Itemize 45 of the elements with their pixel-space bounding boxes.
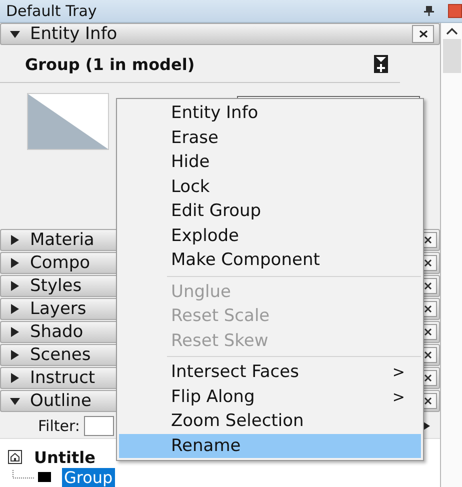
close-icon[interactable]: [424, 305, 432, 313]
menu-item[interactable]: Explode: [119, 224, 421, 248]
panel-header[interactable]: Entity Info: [0, 23, 440, 45]
disclosure-triangle-icon[interactable]: [9, 349, 21, 361]
menu-item[interactable]: Rename: [119, 434, 421, 458]
close-icon[interactable]: [424, 351, 432, 359]
scroll-up-icon[interactable]: [446, 27, 458, 35]
menu-item[interactable]: Lock: [119, 174, 421, 199]
menu-item[interactable]: Erase: [119, 126, 421, 150]
close-icon[interactable]: [418, 30, 428, 38]
disclosure-triangle-icon[interactable]: [9, 234, 21, 246]
close-icon[interactable]: [424, 374, 432, 382]
menu-item[interactable]: Hide: [119, 150, 421, 174]
tree-connector-icon: [12, 470, 54, 484]
material-swatch-icon[interactable]: [27, 93, 109, 150]
close-icon[interactable]: [424, 397, 432, 405]
menu-item[interactable]: Edit Group: [119, 199, 421, 224]
entity-heading: Group (1 in model): [25, 54, 196, 74]
disclosure-triangle-icon[interactable]: [9, 28, 21, 40]
menu-item[interactable]: Flip Along >: [119, 384, 421, 409]
close-icon[interactable]: [424, 236, 432, 244]
tree-item[interactable]: Group: [62, 468, 115, 486]
scrollbar-thumb[interactable]: [442, 39, 460, 73]
menu-item[interactable]: Entity Info: [119, 101, 421, 126]
menu-item[interactable]: Intersect Faces >: [119, 360, 421, 384]
tray-title: Default Tray: [6, 2, 98, 20]
panel-title[interactable]: Entity Info: [30, 24, 403, 44]
disclosure-triangle-icon[interactable]: [9, 303, 21, 315]
tree-item[interactable]: Untitle: [32, 448, 98, 466]
details-toggle-icon[interactable]: [374, 55, 388, 73]
filter-label: Filter:: [38, 416, 80, 434]
close-icon[interactable]: [424, 282, 432, 290]
close-icon[interactable]: [424, 259, 432, 267]
menu-item[interactable]: Make Component: [119, 248, 421, 272]
disclosure-triangle-icon[interactable]: [9, 372, 21, 384]
disclosure-triangle-icon[interactable]: [9, 257, 21, 269]
filter-field[interactable]: [84, 416, 114, 436]
disclosure-triangle-icon[interactable]: [9, 395, 21, 407]
disclosure-triangle-icon[interactable]: [9, 280, 21, 292]
menu-item[interactable]: Zoom Selection: [119, 409, 421, 434]
house-icon: [8, 450, 22, 464]
pin-icon[interactable]: [424, 6, 434, 16]
close-icon[interactable]: [424, 328, 432, 336]
close-button[interactable]: [412, 25, 434, 43]
disclosure-triangle-icon[interactable]: [9, 326, 21, 338]
